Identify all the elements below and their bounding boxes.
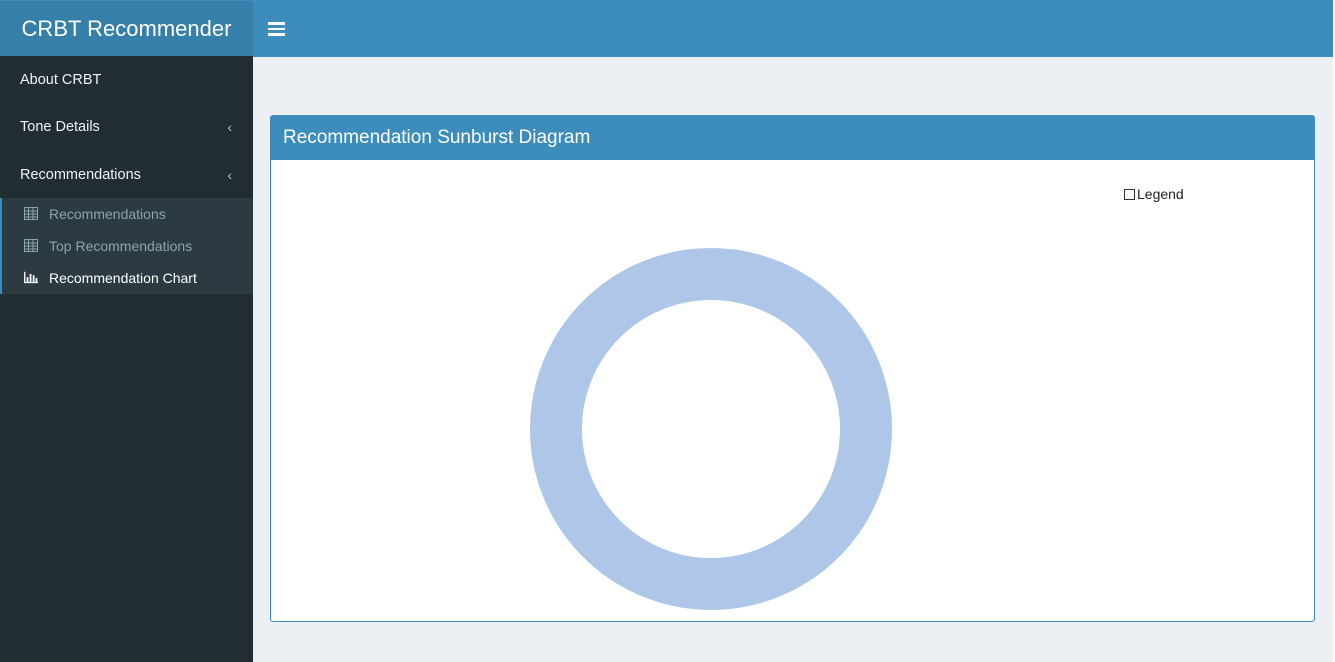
sunburst-chart[interactable] [529,247,893,611]
legend-label: Legend [1137,186,1184,202]
sidebar-item-about-crbt[interactable]: About CRBT [0,56,253,104]
sidebar-item-label: About CRBT [20,72,102,88]
legend-checkbox[interactable] [1124,188,1135,200]
submenu-item-recommendation-chart[interactable]: Recommendation Chart [2,262,253,294]
submenu-item-top-recommendations[interactable]: Top Recommendations [2,230,253,262]
bar-chart-icon [24,271,38,284]
box-title: Recommendation Sunburst Diagram [271,116,1314,160]
sidebar: About CRBT Tone Details ‹ Recommendation… [0,56,253,662]
submenu-item-label: Recommendation Chart [49,270,197,286]
sidebar-item-label: Tone Details [20,119,100,135]
submenu-item-recommendations[interactable]: Recommendations [2,198,253,230]
chevron-left-icon: ‹ [227,119,232,135]
app-logo[interactable]: CRBT Recommender [0,1,253,57]
table-icon [24,239,38,252]
sidebar-toggle-icon[interactable] [268,19,285,39]
recommendations-submenu: Recommendations Top Recommendations Reco… [0,198,253,294]
top-navbar: CRBT Recommender [0,0,1333,57]
sidebar-item-label: Recommendations [20,167,141,183]
table-icon [24,207,38,220]
sunburst-box: Recommendation Sunburst Diagram Legend [270,115,1315,622]
submenu-item-label: Top Recommendations [49,238,193,254]
legend-toggle[interactable]: Legend [1124,186,1184,202]
sunburst-ring[interactable] [530,248,892,610]
sidebar-item-recommendations[interactable]: Recommendations ‹ [0,151,253,199]
chevron-left-icon: ‹ [227,167,232,183]
submenu-item-label: Recommendations [49,206,166,222]
sidebar-item-tone-details[interactable]: Tone Details ‹ [0,103,253,151]
